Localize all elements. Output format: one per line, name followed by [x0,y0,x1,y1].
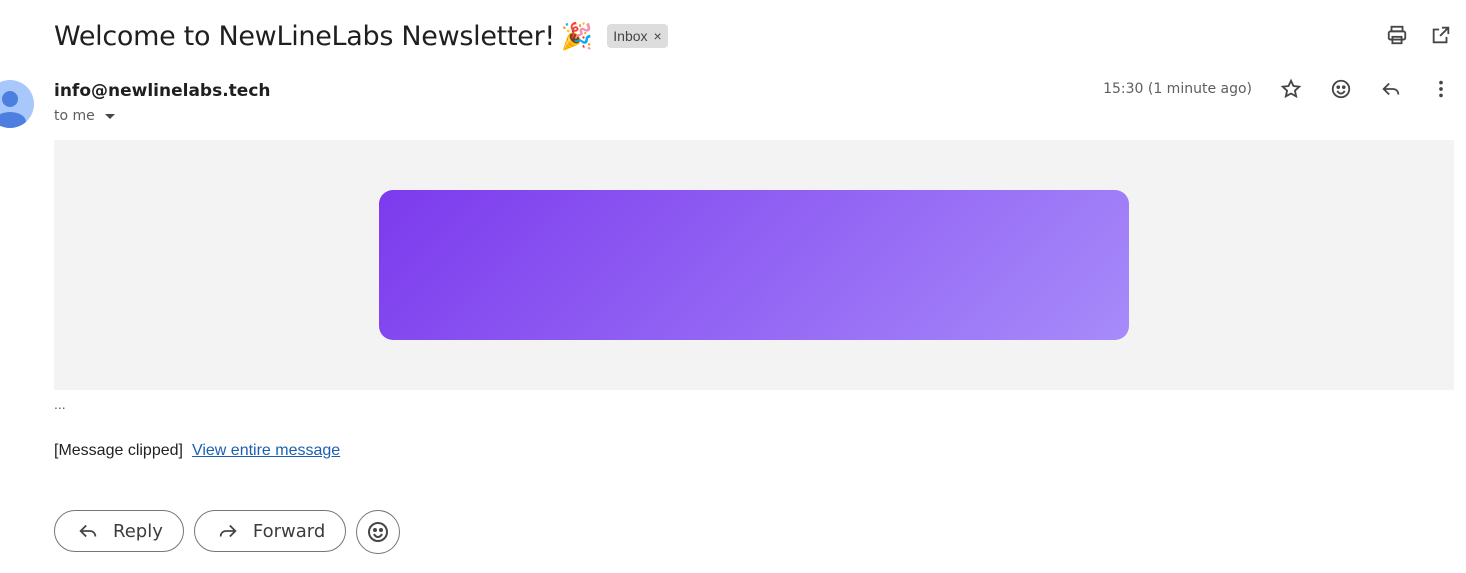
reply-button[interactable]: Reply [54,510,184,552]
more-vert-icon[interactable] [1430,78,1452,100]
party-popper-emoji: 🎉 [560,20,594,51]
recipient-details[interactable]: to me [54,108,115,124]
recipient-text: to me [54,108,95,124]
email-body [54,140,1454,390]
inbox-label-chip[interactable]: Inbox × [607,24,668,48]
print-icon[interactable] [1386,24,1408,46]
view-entire-message-link[interactable]: View entire message [192,442,340,460]
sender-avatar[interactable] [0,80,34,128]
label-text: Inbox [613,28,648,44]
reply-icon [79,524,97,538]
reply-label: Reply [113,520,163,542]
open-in-new-window-icon[interactable] [1430,24,1452,46]
clipped-notice: [Message clipped] View entire message [54,442,340,460]
reply-icon[interactable] [1380,78,1402,100]
chevron-down-icon[interactable] [104,113,115,119]
top-actions [1386,24,1452,46]
newsletter-banner [379,190,1129,340]
emoji-icon [368,522,389,542]
reply-actions: Reply Forward [54,510,401,554]
clipped-text: [Message clipped] [54,442,183,459]
emoji-icon[interactable] [1330,78,1352,100]
forward-button[interactable]: Forward [193,510,347,552]
star-icon[interactable] [1280,78,1302,100]
trimmed-content-indicator[interactable]: ... [54,396,66,412]
sender-email[interactable]: info@newlinelabs.tech [54,81,271,101]
email-subject: Welcome to NewLineLabs Newsletter! [54,20,555,52]
message-actions: 15:30 (1 minute ago) [1103,78,1452,100]
subject-row: Welcome to NewLineLabs Newsletter! 🎉 Inb… [54,14,668,58]
timestamp: 15:30 (1 minute ago) [1103,81,1252,97]
react-emoji-button[interactable] [356,510,401,554]
remove-label-icon[interactable]: × [654,28,662,44]
forward-icon [219,524,237,538]
forward-label: Forward [252,520,326,542]
person-icon [0,91,26,128]
